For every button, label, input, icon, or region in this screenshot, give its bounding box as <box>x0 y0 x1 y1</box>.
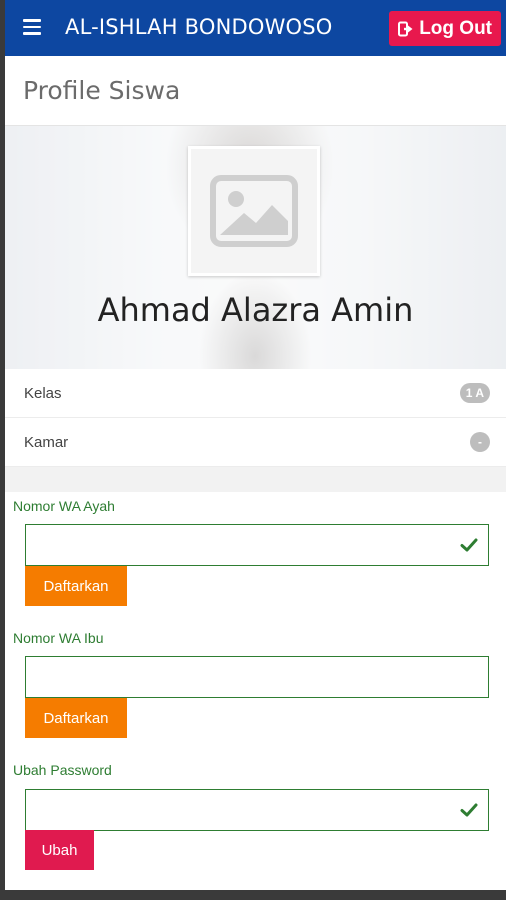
hamburger-menu-icon[interactable] <box>23 19 41 35</box>
device-frame: AL-ISHLAH BONDOWOSO Log Out Profile Sisw… <box>0 0 506 900</box>
kelas-label: Kelas <box>24 385 62 402</box>
info-list: Kelas 1 A Kamar - <box>5 369 506 467</box>
check-icon <box>460 538 478 552</box>
app-screen: AL-ISHLAH BONDOWOSO Log Out Profile Sisw… <box>5 0 506 890</box>
kelas-badge: 1 A <box>459 383 490 403</box>
app-title: AL-ISHLAH BONDOWOSO <box>65 15 333 39</box>
change-password-button[interactable]: Ubah <box>25 830 94 870</box>
section-divider <box>5 467 506 492</box>
page-header: Profile Siswa <box>5 56 506 126</box>
check-icon <box>460 803 478 817</box>
list-item-kamar: Kamar - <box>5 418 506 467</box>
kamar-label: Kamar <box>24 434 69 451</box>
password-field-wrapper <box>25 789 489 831</box>
wa-ayah-input[interactable] <box>26 525 488 565</box>
wa-ayah-field-wrapper <box>25 524 489 566</box>
avatar[interactable] <box>188 146 320 276</box>
password-input[interactable] <box>26 790 488 830</box>
top-app-bar: AL-ISHLAH BONDOWOSO Log Out <box>5 0 506 56</box>
image-placeholder-icon <box>210 175 298 247</box>
wa-ibu-input[interactable] <box>26 657 488 697</box>
password-label: Ubah Password <box>13 762 112 778</box>
wa-ayah-label: Nomor WA Ayah <box>13 498 115 514</box>
wa-ibu-label: Nomor WA Ibu <box>13 630 104 646</box>
register-wa-ibu-button[interactable]: Daftarkan <box>25 698 127 738</box>
student-name: Ahmad Alazra Amin <box>97 291 414 329</box>
device-bottom-bezel <box>0 890 506 900</box>
logout-label: Log Out <box>419 17 492 39</box>
list-item-kelas: Kelas 1 A <box>5 369 506 418</box>
page-title: Profile Siswa <box>23 76 181 105</box>
kamar-badge: - <box>470 432 490 452</box>
wa-ibu-field-wrapper <box>25 656 489 698</box>
contact-form: Nomor WA Ayah Daftarkan Nomor WA Ibu Daf… <box>5 492 506 890</box>
sign-out-icon <box>398 21 413 36</box>
logout-button[interactable]: Log Out <box>389 11 501 46</box>
register-wa-ayah-button[interactable]: Daftarkan <box>25 566 127 606</box>
profile-cover: Ahmad Alazra Amin <box>5 126 506 369</box>
